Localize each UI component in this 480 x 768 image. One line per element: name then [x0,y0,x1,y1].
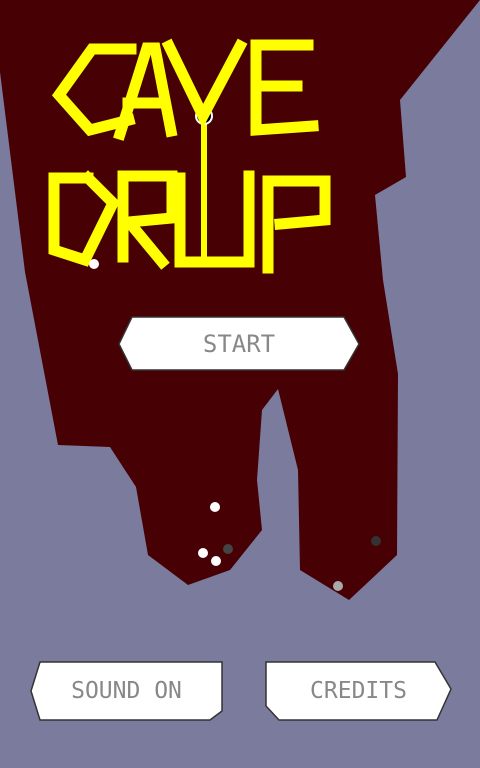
droplet [371,536,381,546]
cave-shape [0,0,480,600]
cave-scene [0,0,480,600]
credits-button-label: CREDITS [310,678,407,704]
droplet [333,581,343,591]
sound-toggle-button[interactable]: SOUND ON [30,661,223,721]
droplet [211,556,221,566]
droplet [198,548,208,558]
droplet [89,259,99,269]
droplet [210,502,220,512]
droplet [223,544,233,554]
start-button-label: START [202,329,276,358]
credits-button[interactable]: CREDITS [265,661,452,721]
sound-toggle-label: SOUND ON [71,678,182,704]
start-button[interactable]: START [118,316,360,371]
